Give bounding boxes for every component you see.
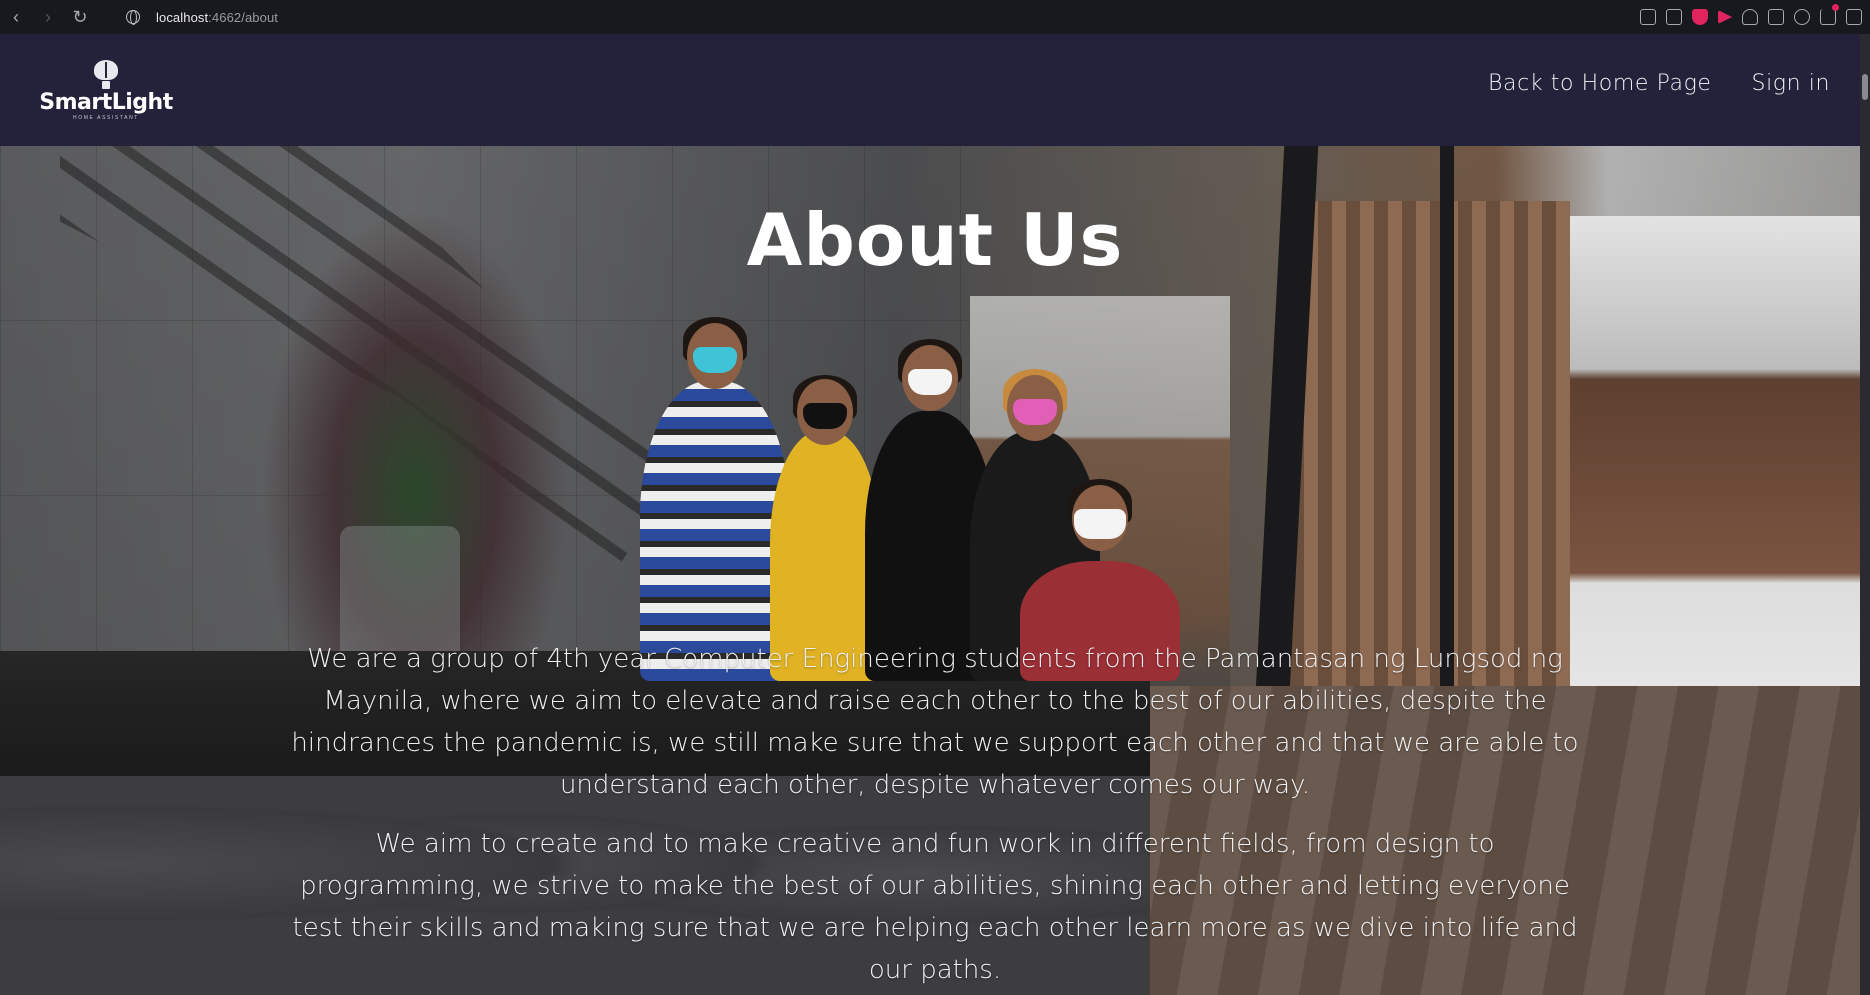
about-hero: About Us We are a group of 4th year Comp… <box>0 146 1870 995</box>
about-paragraph-2: We aim to create and to make creative an… <box>292 829 1578 985</box>
profile-icon[interactable] <box>1794 9 1810 25</box>
about-paragraph-1: We are a group of 4th year Computer Engi… <box>291 644 1579 800</box>
lightbulb-brain-icon <box>91 59 121 90</box>
forward-arrow-icon[interactable]: › <box>32 0 64 34</box>
team-photo <box>640 301 1220 681</box>
heart-icon[interactable] <box>1742 9 1758 25</box>
smartlight-logo[interactable]: SmartLight HOME ASSISTANT <box>39 59 173 121</box>
address-bar[interactable]: localhost:4662/about <box>126 10 278 25</box>
reload-icon[interactable]: ↻ <box>64 0 96 34</box>
download-icon[interactable] <box>1820 4 1839 25</box>
globe-icon <box>126 10 140 25</box>
logo-subtext: HOME ASSISTANT <box>73 114 139 121</box>
send-icon[interactable] <box>1718 10 1732 24</box>
team-member <box>640 317 790 681</box>
back-to-home-link[interactable]: Back to Home Page <box>1488 71 1711 96</box>
sign-in-link[interactable]: Sign in <box>1752 71 1830 96</box>
menu-icon[interactable] <box>1846 9 1862 25</box>
browser-toolbar: ‹ › ↻ localhost:4662/about <box>0 0 1870 34</box>
scrollbar-thumb[interactable] <box>1862 74 1868 100</box>
main-nav: Back to Home Page Sign in <box>1488 71 1830 96</box>
share-icon[interactable] <box>1640 9 1656 25</box>
page-title: About Us <box>746 198 1124 282</box>
logo-text: SmartLight <box>39 89 173 115</box>
background-living-room <box>1570 216 1870 726</box>
page-scrollbar[interactable] <box>1860 34 1870 995</box>
camera-icon[interactable] <box>1666 9 1682 25</box>
shield-icon[interactable] <box>1692 9 1708 25</box>
back-arrow-icon[interactable]: ‹ <box>0 0 32 34</box>
toolbar-icons <box>1640 0 1862 34</box>
site-header: SmartLight HOME ASSISTANT Back to Home P… <box>0 34 1870 146</box>
cube-icon[interactable] <box>1768 9 1784 25</box>
url-text[interactable]: localhost:4662/about <box>156 10 278 25</box>
